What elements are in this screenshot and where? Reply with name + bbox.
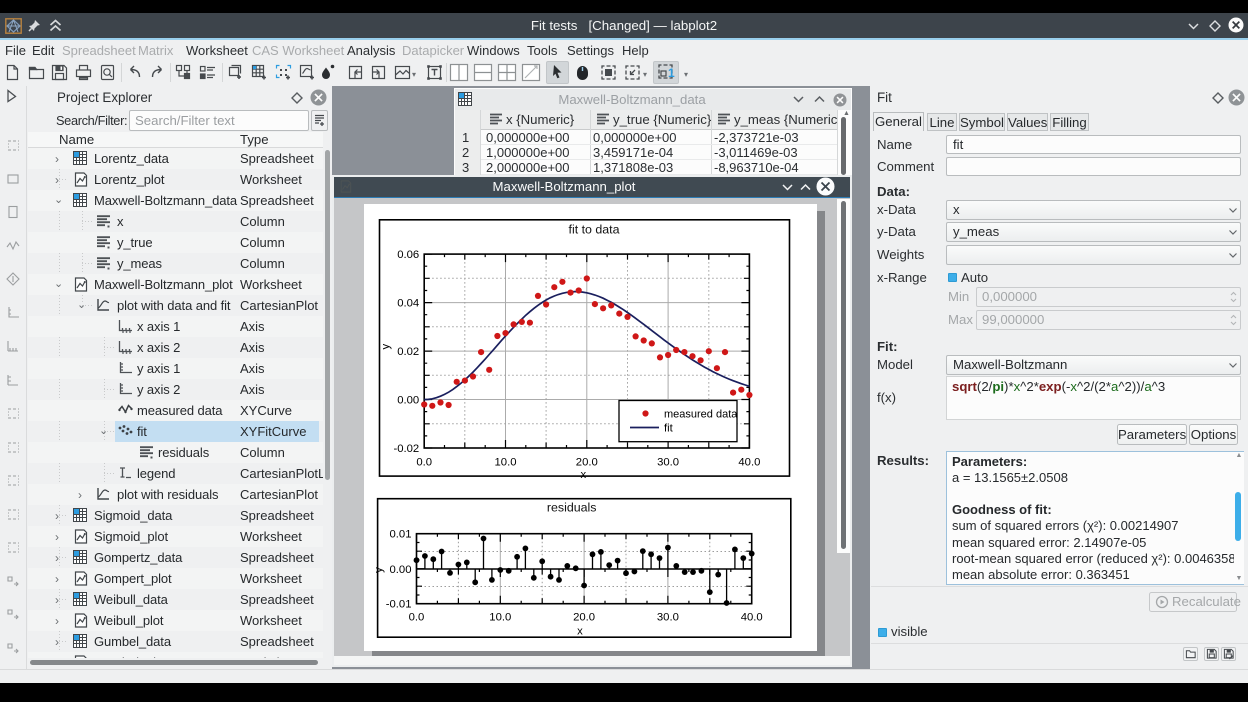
- svg-text:40.0: 40.0: [738, 457, 760, 469]
- svg-text:30.0: 30.0: [657, 457, 679, 469]
- svg-text:0.0: 0.0: [416, 457, 432, 469]
- svg-text:0.00: 0.00: [390, 564, 412, 576]
- svg-text:y: y: [373, 567, 385, 573]
- svg-text:0.04: 0.04: [397, 298, 419, 310]
- svg-text:20.0: 20.0: [576, 457, 598, 469]
- svg-text:fit: fit: [664, 423, 674, 435]
- svg-text:y: y: [380, 344, 392, 350]
- svg-text:-0.01: -0.01: [386, 599, 412, 611]
- svg-text:measured data: measured data: [664, 409, 738, 421]
- svg-text:0.06: 0.06: [397, 249, 419, 261]
- svg-text:10.0: 10.0: [495, 457, 517, 469]
- svg-text:0.00: 0.00: [397, 395, 419, 407]
- svg-text:10.0: 10.0: [489, 612, 511, 624]
- svg-text:30.0: 30.0: [657, 612, 679, 624]
- svg-text:20.0: 20.0: [573, 612, 595, 624]
- svg-text:-0.02: -0.02: [393, 443, 419, 455]
- svg-text:x: x: [580, 469, 586, 481]
- svg-text:residuals: residuals: [547, 501, 597, 515]
- svg-text:fit to data: fit to data: [569, 223, 620, 237]
- svg-text:0.01: 0.01: [390, 529, 412, 541]
- svg-text:40.0: 40.0: [741, 612, 763, 624]
- svg-text:x: x: [577, 626, 583, 638]
- svg-text:0.0: 0.0: [409, 612, 425, 624]
- svg-text:0.02: 0.02: [397, 346, 419, 358]
